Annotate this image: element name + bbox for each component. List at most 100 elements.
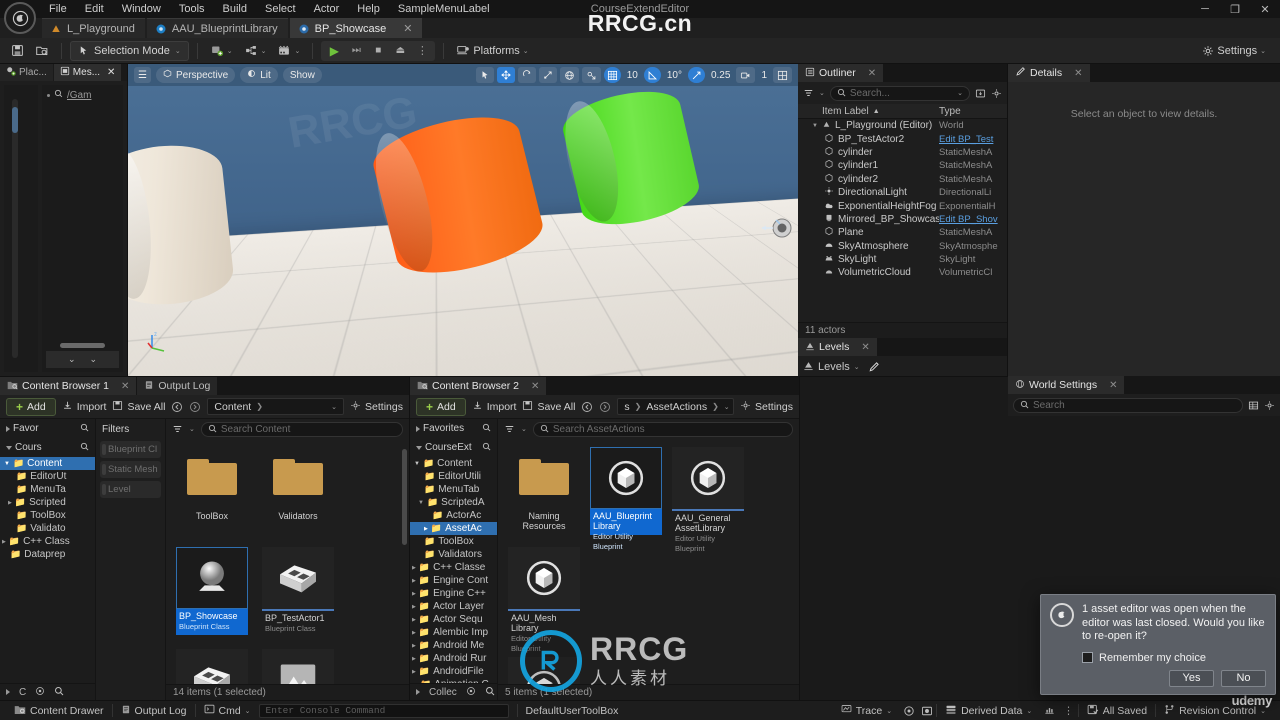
- expander-icon[interactable]: ▶: [412, 591, 416, 597]
- expander-icon[interactable]: ▶: [412, 656, 416, 662]
- tab-mesh[interactable]: Mes... ✕: [53, 64, 122, 81]
- expander-icon[interactable]: ▶: [2, 539, 6, 545]
- expander-icon[interactable]: [416, 445, 422, 450]
- breadcrumb-segment-root[interactable]: s: [624, 401, 629, 413]
- asset-bp-testactor1[interactable]: BP_TestActor1 Blueprint Class: [262, 547, 334, 637]
- console-command-input[interactable]: Enter Console Command: [258, 703, 509, 718]
- item-label-header[interactable]: Item Label: [822, 106, 869, 117]
- tab-levels[interactable]: Levels ✕: [798, 338, 877, 356]
- viewport-menu-icon[interactable]: ☰: [134, 67, 151, 83]
- move-tool-icon[interactable]: [496, 67, 515, 83]
- tree-node-android-runtime[interactable]: ▶ 📁 Android Rur: [410, 652, 497, 665]
- asset-grid-scrollbar[interactable]: [402, 449, 407, 545]
- play-more-button[interactable]: ⋮: [411, 41, 433, 61]
- scrollbar-track[interactable]: [12, 99, 18, 358]
- outliner-row-type-link[interactable]: Edit BP_Shov: [939, 214, 1007, 225]
- output-log-button[interactable]: Output Log: [113, 701, 195, 720]
- trace-button[interactable]: Trace ⌄: [833, 701, 900, 720]
- chevron-down-icon[interactable]: ⌄: [189, 425, 195, 433]
- yes-button[interactable]: Yes: [1169, 669, 1214, 687]
- asset-toolbox[interactable]: ToolBox: [176, 447, 248, 535]
- search-icon[interactable]: [482, 423, 491, 435]
- expander-icon[interactable]: ▶: [8, 500, 12, 506]
- save-all-button-cb2[interactable]: Save All: [522, 400, 575, 414]
- no-button[interactable]: No: [1221, 669, 1266, 687]
- outliner-search-input[interactable]: Search... ⌄: [829, 85, 970, 101]
- lit-button[interactable]: Lit: [240, 67, 278, 83]
- tree-node-android-media[interactable]: ▶ 📁 Android Me: [410, 639, 497, 652]
- menu-window[interactable]: Window: [113, 0, 170, 18]
- derived-data-button[interactable]: Derived Data ⌄: [937, 701, 1040, 720]
- settings-button-cb2[interactable]: Settings: [740, 400, 793, 414]
- tree-node-engine-content[interactable]: ▶ 📁 Engine Cont: [410, 574, 497, 587]
- outliner-row-3[interactable]: cylinder1 StaticMeshA: [798, 159, 1007, 172]
- tab-aau-blueprintlibrary[interactable]: AAU_BlueprintLibrary: [146, 18, 288, 38]
- tree-node-toolbox-cb2[interactable]: 📁 ToolBox: [410, 535, 497, 548]
- menu-actor[interactable]: Actor: [305, 0, 349, 18]
- add-collection-icon[interactable]: [35, 686, 45, 699]
- asset-bp-showcase[interactable]: BP_Showcase Blueprint Class: [176, 547, 248, 637]
- chevron-down-icon[interactable]: ⌄: [331, 403, 337, 411]
- save-all-button-cb1[interactable]: Save All: [112, 400, 165, 414]
- tree-node-scripteda[interactable]: ▼ 📁 ScriptedA: [410, 496, 497, 509]
- filter-icon[interactable]: [172, 424, 183, 434]
- outliner-list[interactable]: ▼ L_Playground (Editor) World BP_TestAct…: [798, 119, 1007, 322]
- tree-node-editorutilities[interactable]: 📁 EditorUt: [0, 470, 95, 483]
- tab-output-log-cb1[interactable]: Output Log: [137, 377, 218, 395]
- asset-search-input-cb1[interactable]: Search Content: [200, 421, 403, 437]
- expander-icon[interactable]: [6, 689, 10, 695]
- angle-snap-toggle[interactable]: [643, 67, 661, 83]
- minimize-icon[interactable]: ─: [1190, 0, 1220, 18]
- tree-node-validators-cb2[interactable]: 📁 Validators: [410, 548, 497, 561]
- tree-node-menutab[interactable]: 📁 MenuTa: [0, 483, 95, 496]
- expander-icon[interactable]: [416, 689, 420, 695]
- menu-sample-menu-label[interactable]: SampleMenuLabel: [389, 0, 499, 18]
- camera-speed-icon[interactable]: [736, 67, 756, 83]
- search-icon[interactable]: [80, 423, 89, 435]
- all-saved-button[interactable]: All Saved: [1079, 701, 1155, 720]
- skip-button[interactable]: ⏭: [345, 41, 367, 61]
- grid-snap-toggle[interactable]: [603, 67, 621, 83]
- expander-icon[interactable]: [6, 445, 12, 450]
- tree-header-cb1[interactable]: Cours: [0, 438, 95, 457]
- blueprints-button[interactable]: ⌄: [240, 41, 271, 61]
- tab-l-playground[interactable]: L_Playground: [42, 18, 145, 38]
- filter-pill-level[interactable]: Level: [100, 481, 161, 498]
- reopen-asset-editor-dialog[interactable]: 1 asset editor was open when the editor …: [1040, 594, 1276, 695]
- filter-pill-static-mesh[interactable]: Static Mesh: [100, 461, 161, 478]
- tree-node-androidfile[interactable]: ▶ 📁 AndroidFile: [410, 665, 497, 678]
- favorites-header-cb1[interactable]: Favor: [0, 419, 95, 438]
- tree-node-scripted[interactable]: ▶ 📁 Scripted: [0, 496, 95, 509]
- grid-view-icon[interactable]: [1248, 400, 1259, 411]
- search-icon[interactable]: [485, 686, 495, 699]
- tree-node-validators[interactable]: 📁 Validato: [0, 522, 95, 535]
- tab-world-settings[interactable]: World Settings ✕: [1008, 376, 1125, 394]
- expander-icon[interactable]: ▼: [414, 461, 420, 467]
- scale-tool-icon[interactable]: [538, 67, 557, 83]
- grid-snap-value[interactable]: 10: [624, 67, 641, 83]
- cinematics-button[interactable]: ⌄: [273, 41, 304, 61]
- performance-icon[interactable]: [900, 701, 918, 720]
- asset-aau-blueprint-library[interactable]: AAU_Blueprint Library Editor Utility Blu…: [590, 447, 662, 551]
- expander-icon[interactable]: ▶: [424, 526, 428, 532]
- stats-icon[interactable]: [1040, 701, 1059, 720]
- chevron-down-icon[interactable]: ⌄: [957, 89, 963, 97]
- filter-icon[interactable]: [504, 424, 515, 434]
- breadcrumb-segment[interactable]: Content: [214, 401, 251, 413]
- expander-icon[interactable]: ▶: [412, 617, 416, 623]
- tree-node-editorutili[interactable]: 📁 EditorUtili: [410, 470, 497, 483]
- tree-list-cb2[interactable]: ▼ 📁 Content 📁 EditorUtili 📁 MenuTab ▼ 📁 …: [410, 457, 497, 683]
- maximize-icon[interactable]: ❐: [1220, 0, 1250, 18]
- outliner-row-7[interactable]: Mirrored_BP_Showcase Edit BP_Shov: [798, 213, 1007, 226]
- expander-icon[interactable]: ▶: [412, 578, 416, 584]
- outliner-row-0[interactable]: ▼ L_Playground (Editor) World: [798, 119, 1007, 132]
- viewport-3d[interactable]: z RRCG: [128, 86, 798, 376]
- remember-choice-row[interactable]: Remember my choice: [1082, 652, 1266, 664]
- breadcrumb-cb2[interactable]: s ❯ AssetActions ❯ ⌄: [617, 398, 735, 415]
- world-coord-icon[interactable]: [559, 67, 579, 83]
- chevron-down-icon[interactable]: ⌄: [521, 425, 527, 433]
- add-button-cb1[interactable]: + Add: [6, 397, 56, 416]
- breadcrumb-cb1[interactable]: Content ❯ ⌄: [207, 398, 345, 415]
- remember-choice-checkbox[interactable]: [1082, 652, 1093, 663]
- expander-icon[interactable]: ▶: [412, 669, 416, 675]
